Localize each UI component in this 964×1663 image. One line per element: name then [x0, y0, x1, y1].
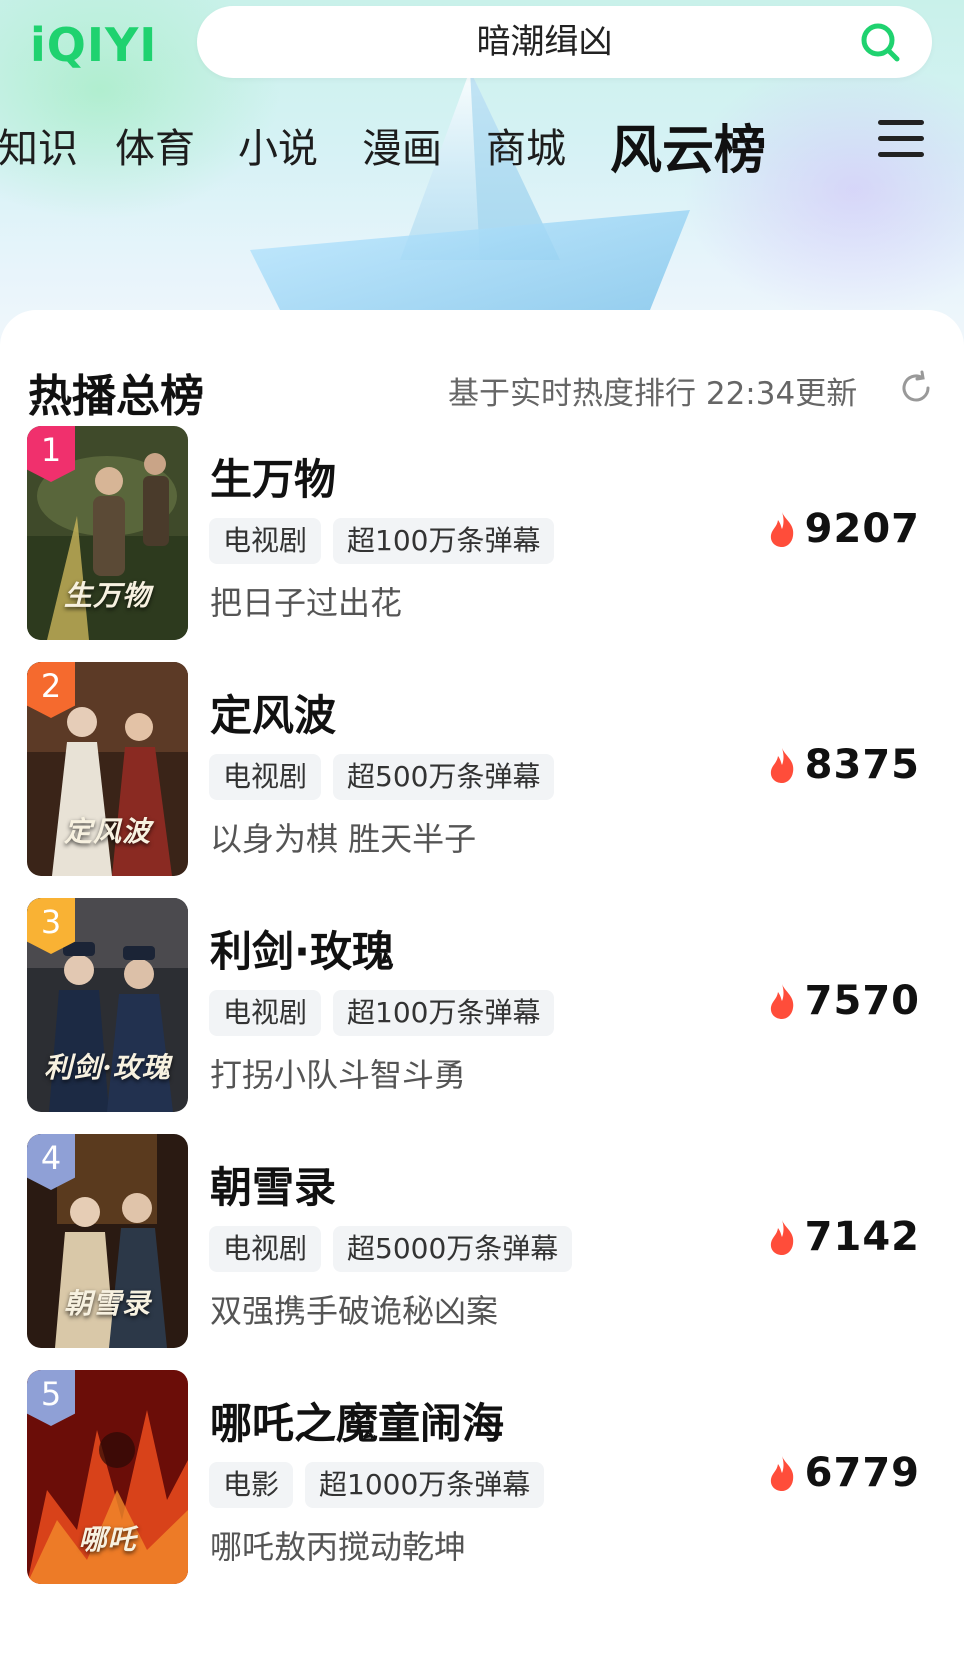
tag-danmaku: 超5000万条弹幕: [333, 1226, 573, 1272]
tag-danmaku: 超500万条弹幕: [333, 754, 555, 800]
tab-mall[interactable]: 商城: [486, 116, 566, 174]
poster-thumbnail[interactable]: 生万物 1: [27, 426, 188, 640]
tab-comics[interactable]: 漫画: [362, 116, 442, 174]
tag-danmaku: 超1000万条弹幕: [305, 1462, 545, 1508]
tag-list: 电视剧 超5000万条弹幕: [209, 1226, 573, 1272]
flame-icon: [770, 748, 793, 783]
tag-category: 电视剧: [209, 1226, 322, 1272]
tag-danmaku: 超100万条弹幕: [333, 990, 555, 1036]
poster-thumbnail[interactable]: 朝雪录 4: [27, 1134, 188, 1348]
show-title[interactable]: 利剑·玫瑰: [210, 918, 394, 979]
search-icon[interactable]: [858, 20, 902, 64]
tag-category: 电影: [209, 1462, 294, 1508]
tab-knowledge[interactable]: 知识: [0, 116, 78, 174]
flame-icon: [770, 512, 793, 547]
tag-list: 电影 超1000万条弹幕: [209, 1462, 545, 1508]
menu-icon[interactable]: [878, 120, 924, 166]
flame-icon: [770, 984, 793, 1019]
heat-value: 7570: [804, 978, 920, 1024]
flame-icon: [770, 1220, 793, 1255]
heat-score: 8375: [767, 740, 920, 790]
heat-score: 9207: [767, 504, 920, 554]
iqiyi-logo[interactable]: iQIYI: [30, 18, 157, 72]
show-description: 打拐小队斗智斗勇: [210, 1056, 467, 1094]
poster-title: 生万物: [63, 579, 151, 612]
show-title[interactable]: 定风波: [210, 682, 336, 743]
poster-thumbnail[interactable]: 哪吒 5: [27, 1370, 188, 1584]
heat-score: 7570: [767, 976, 920, 1026]
show-title[interactable]: 哪吒之魔童闹海: [210, 1390, 504, 1451]
tab-rankings[interactable]: 风云榜: [610, 108, 766, 183]
show-title[interactable]: 朝雪录: [210, 1154, 336, 1215]
list-item[interactable]: 定风波 2 定风波 电视剧 超500万条弹幕 以身为棋 胜天半子 8375: [0, 662, 964, 878]
tag-list: 电视剧 超100万条弹幕: [209, 990, 555, 1036]
tag-category: 电视剧: [209, 518, 322, 564]
poster-title: 利剑·玫瑰: [44, 1051, 171, 1084]
category-tabs: 知识 体育 小说 漫画 商城 风云榜: [0, 96, 964, 192]
top-bar: iQIYI 暗潮缉凶: [0, 0, 964, 96]
tag-danmaku: 超100万条弹幕: [333, 518, 555, 564]
tag-list: 电视剧 超500万条弹幕: [209, 754, 555, 800]
search-input[interactable]: 暗潮缉凶: [197, 6, 852, 78]
list-item[interactable]: 生万物 1 生万物 电视剧 超100万条弹幕 把日子过出花 9207: [0, 426, 964, 642]
flame-icon: [770, 1456, 793, 1491]
poster-thumbnail[interactable]: 利剑·玫瑰 3: [27, 898, 188, 1112]
ranking-card: 热播总榜 基于实时热度排行 22:34更新 生万物 1 生万物 电视剧 超100…: [0, 310, 964, 1663]
tag-list: 电视剧 超100万条弹幕: [209, 518, 555, 564]
list-item[interactable]: 利剑·玫瑰 3 利剑·玫瑰 电视剧 超100万条弹幕 打拐小队斗智斗勇 7570: [0, 898, 964, 1114]
heat-value: 8375: [804, 742, 920, 788]
poster-thumbnail[interactable]: 定风波 2: [27, 662, 188, 876]
list-item[interactable]: 哪吒 5 哪吒之魔童闹海 电影 超1000万条弹幕 哪吒敖丙搅动乾坤 6779: [0, 1370, 964, 1586]
heat-score: 7142: [767, 1212, 920, 1262]
poster-title: 朝雪录: [63, 1287, 151, 1320]
show-description: 哪吒敖丙搅动乾坤: [210, 1528, 467, 1566]
show-description: 把日子过出花: [210, 584, 403, 622]
ranking-update-time: 基于实时热度排行 22:34更新: [448, 376, 858, 412]
search-bar[interactable]: 暗潮缉凶: [197, 6, 932, 78]
ranking-title: 热播总榜: [28, 371, 204, 422]
show-title[interactable]: 生万物: [210, 446, 336, 507]
tab-novels[interactable]: 小说: [238, 116, 318, 174]
tag-category: 电视剧: [209, 754, 322, 800]
poster-title: 定风波: [63, 815, 151, 848]
tag-category: 电视剧: [209, 990, 322, 1036]
list-item[interactable]: 朝雪录 4 朝雪录 电视剧 超5000万条弹幕 双强携手破诡秘凶案 7142: [0, 1134, 964, 1350]
refresh-icon[interactable]: [898, 370, 934, 406]
heat-value: 6779: [804, 1450, 920, 1496]
show-description: 双强携手破诡秘凶案: [210, 1292, 499, 1330]
tab-sports[interactable]: 体育: [115, 116, 195, 174]
show-description: 以身为棋 胜天半子: [210, 820, 477, 858]
heat-score: 6779: [767, 1448, 920, 1498]
heat-value: 7142: [804, 1214, 920, 1260]
heat-value: 9207: [804, 506, 920, 552]
poster-title: 哪吒: [78, 1523, 137, 1556]
